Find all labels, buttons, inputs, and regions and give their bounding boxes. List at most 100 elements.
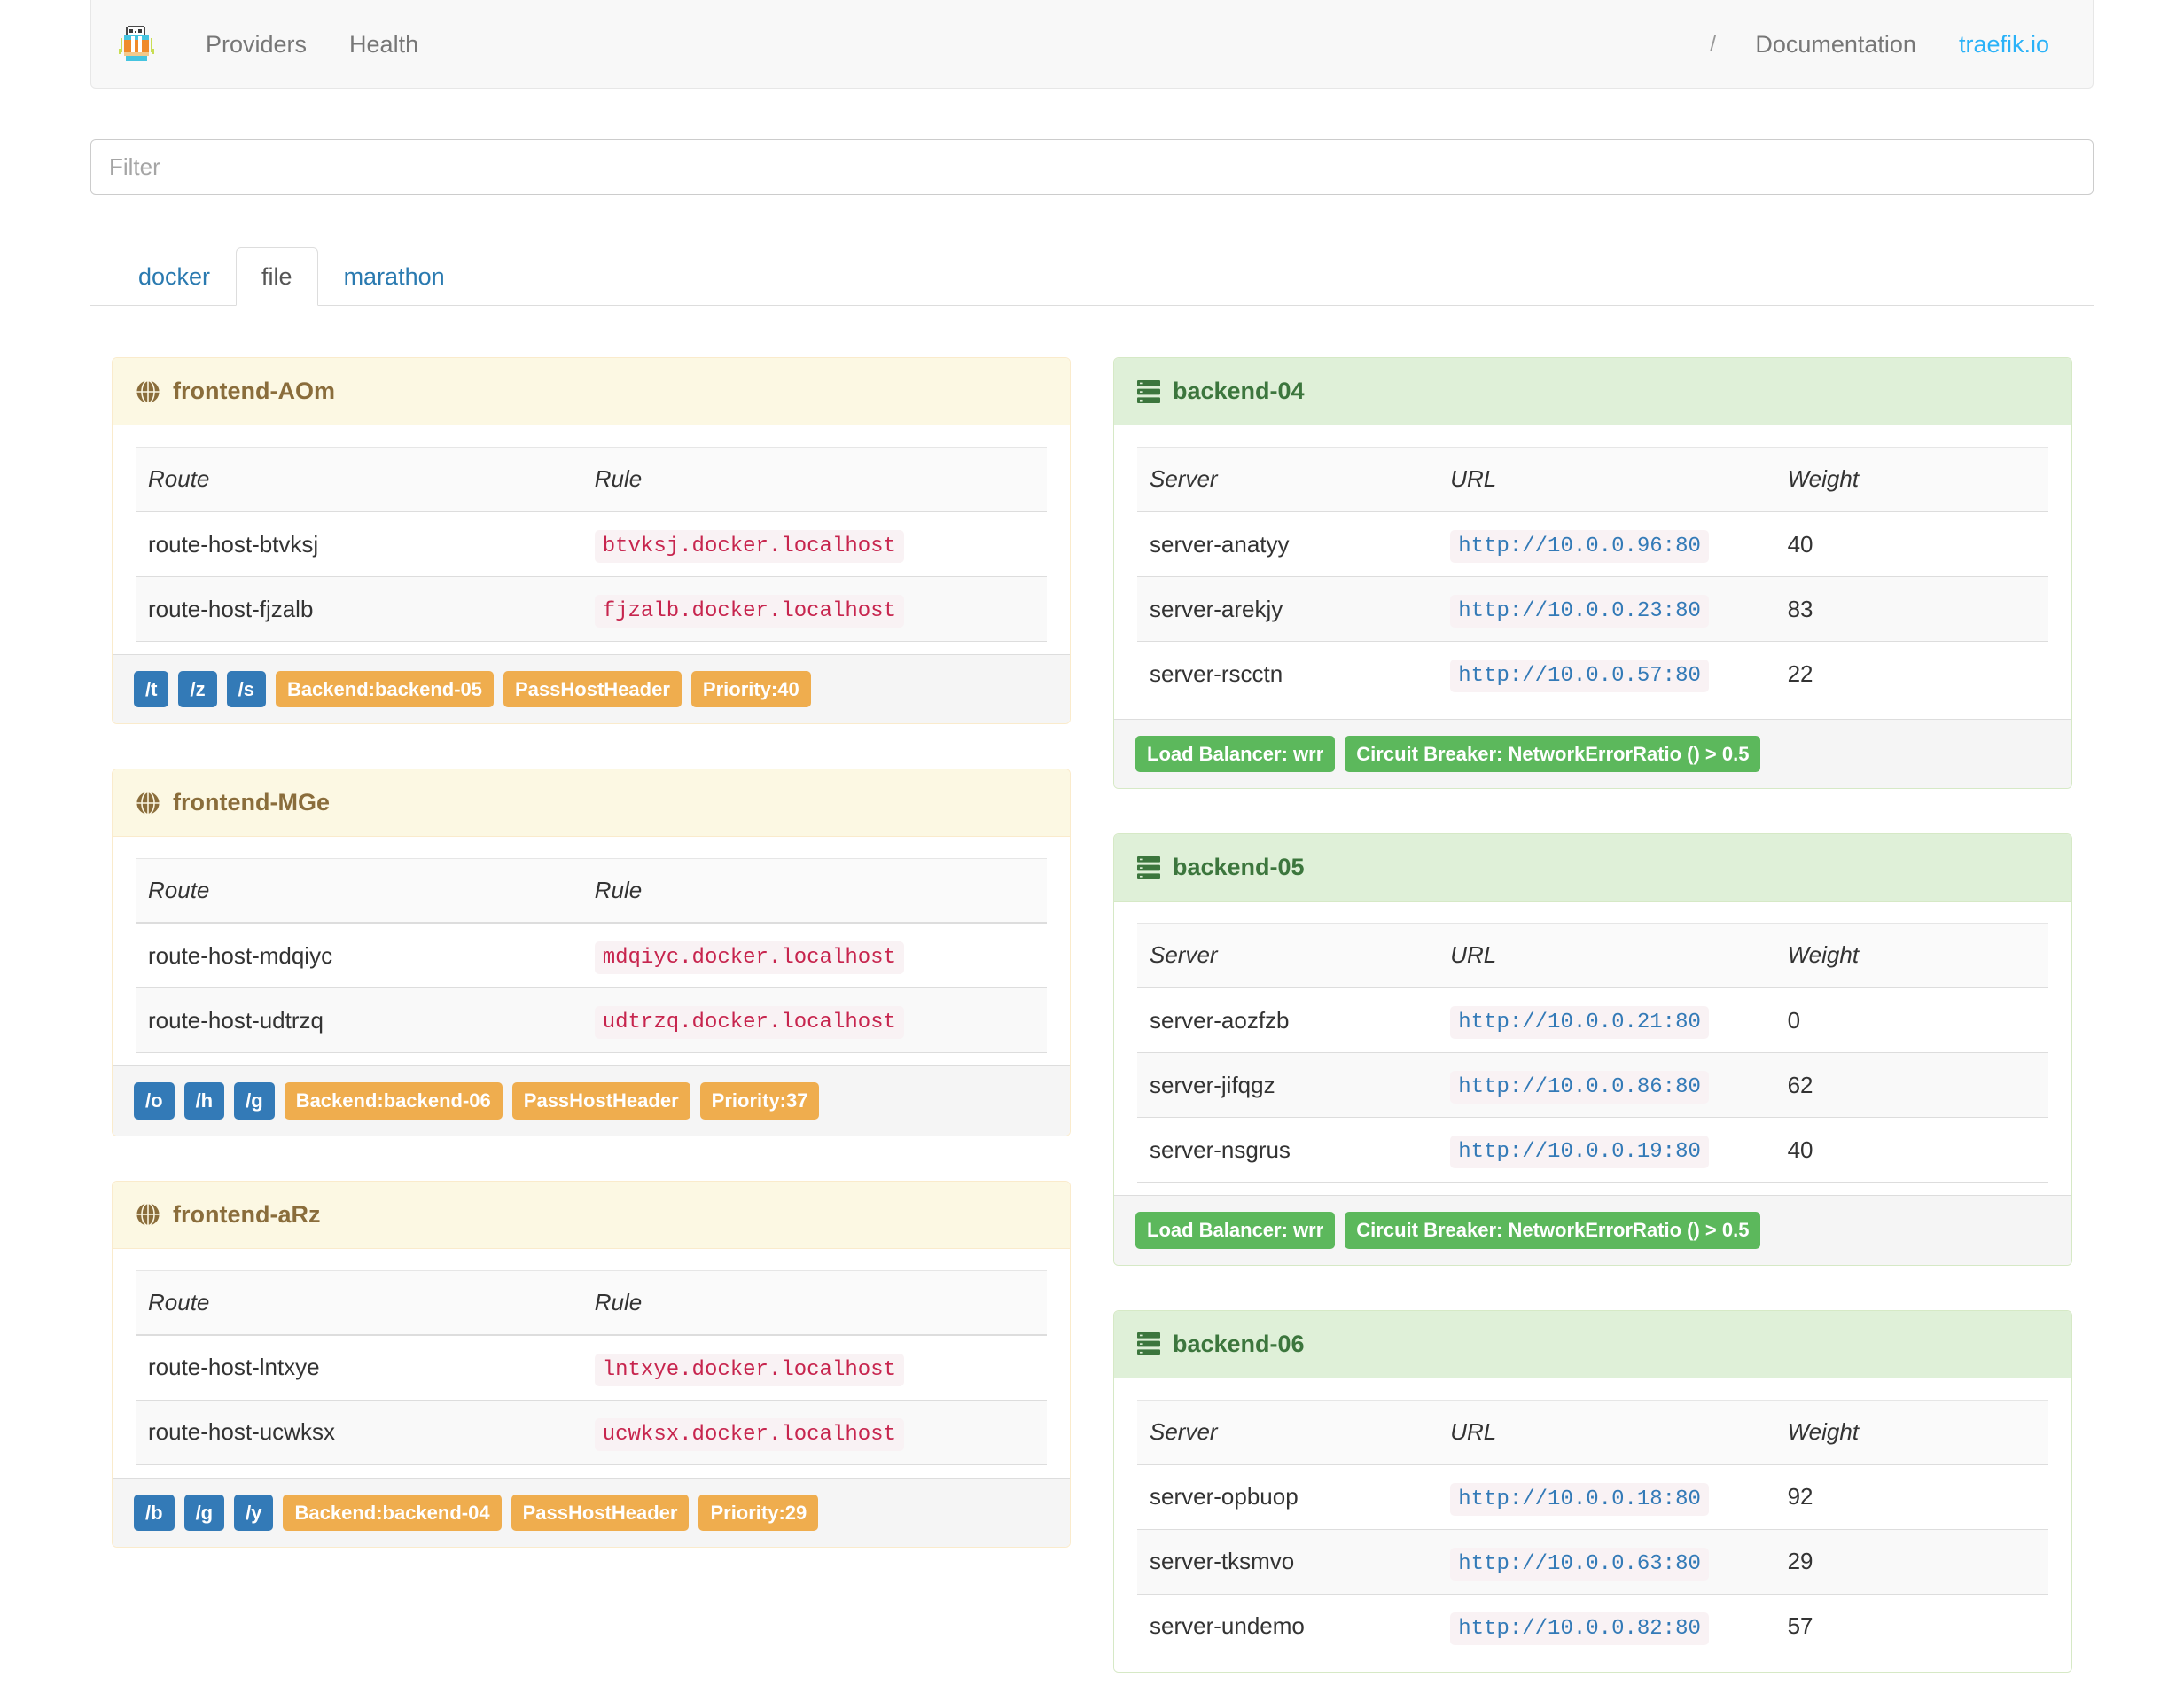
route-rule-cell: mdqiyc.docker.localhost	[581, 922, 1047, 988]
server-weight: 40	[1774, 511, 2048, 577]
frontend-title: frontend-aRz	[173, 1200, 321, 1228]
server-url: http://10.0.0.82:80	[1450, 1612, 1709, 1645]
circuit-breaker-badge: Circuit Breaker: NetworkErrorRatio () > …	[1345, 736, 1761, 773]
server-url-cell: http://10.0.0.23:80	[1438, 576, 1775, 642]
tab-marathon[interactable]: marathon	[318, 247, 471, 306]
column-header-server: Server	[1137, 1399, 1439, 1465]
backend-panel-footer: Load Balancer: wrr Circuit Breaker: Netw…	[1114, 719, 2071, 789]
column-header-url: URL	[1438, 1399, 1775, 1465]
traefik-logo-icon[interactable]	[113, 21, 160, 67]
backend-panel: backend-05 Server URL Weight server-aozf…	[1113, 833, 2072, 1266]
server-weight: 83	[1774, 576, 2048, 642]
column-header-server: Server	[1137, 447, 1439, 512]
frontend-panel: frontend-MGe Route Rule route-host-mdqiy…	[112, 769, 1071, 1136]
backend-badge: Backend:backend-06	[284, 1082, 503, 1120]
route-rule: fjzalb.docker.localhost	[594, 595, 904, 628]
server-icon	[1137, 855, 1160, 879]
table-header-row: Server URL Weight	[1137, 1399, 2048, 1465]
nav-link-documentation[interactable]: Documentation	[1734, 0, 1938, 89]
frontend-routes-table: Route Rule route-host-mdqiyc mdqiyc.dock…	[136, 858, 1047, 1054]
server-weight: 57	[1774, 1593, 2048, 1659]
server-url-cell: http://10.0.0.82:80	[1438, 1593, 1775, 1659]
nav-link-health[interactable]: Health	[328, 0, 440, 89]
server-name: server-nsgrus	[1137, 1117, 1439, 1183]
nav-link-providers[interactable]: Providers	[184, 0, 328, 89]
route-rule-cell: lntxye.docker.localhost	[581, 1334, 1047, 1401]
frontend-routes-table: Route Rule route-host-lntxye lntxye.dock…	[136, 1269, 1047, 1465]
column-header-route: Route	[136, 447, 582, 512]
load-balancer-badge: Load Balancer: wrr	[1135, 1212, 1336, 1249]
route-rule: mdqiyc.docker.localhost	[594, 941, 904, 975]
path-badge: /b	[134, 1494, 175, 1531]
priority-badge: Priority:29	[698, 1494, 819, 1531]
server-name: server-jifqgz	[1137, 1052, 1439, 1118]
table-header-row: Server URL Weight	[1137, 923, 2048, 989]
server-name: server-aozfzb	[1137, 987, 1439, 1053]
server-url: http://10.0.0.86:80	[1450, 1071, 1709, 1104]
passhostheader-badge: PassHostHeader	[511, 1082, 690, 1120]
server-weight: 92	[1774, 1464, 2048, 1530]
table-row: server-aozfzb http://10.0.0.21:80 0	[1137, 987, 2048, 1053]
backends-column: backend-04 Server URL Weight server-anat…	[1092, 357, 2094, 1686]
backend-badge: Backend:backend-04	[283, 1494, 502, 1531]
table-row: server-anatyy http://10.0.0.96:80 40	[1137, 511, 2048, 577]
load-balancer-badge: Load Balancer: wrr	[1135, 736, 1336, 773]
table-header-row: Route Rule	[136, 858, 1047, 925]
server-url: http://10.0.0.21:80	[1450, 1006, 1709, 1040]
table-row: server-opbuop http://10.0.0.18:80 92	[1137, 1464, 2048, 1530]
provider-tabs: docker file marathon	[90, 244, 2094, 306]
path-badge: /o	[134, 1082, 175, 1120]
frontend-panel-footer: /o /h /g Backend:backend-06 PassHostHead…	[113, 1065, 1070, 1136]
server-weight: 40	[1774, 1117, 2048, 1183]
route-rule: lntxye.docker.localhost	[594, 1353, 904, 1386]
route-name: route-host-lntxye	[136, 1334, 582, 1401]
path-badge: /s	[226, 671, 266, 708]
server-url: http://10.0.0.18:80	[1450, 1482, 1709, 1516]
table-row: server-jifqgz http://10.0.0.86:80 62	[1137, 1052, 2048, 1118]
app-root: Providers Health / Documentation traefik…	[0, 0, 2184, 1686]
route-rule-cell: udtrzq.docker.localhost	[581, 987, 1047, 1054]
nav-link-traefik-io[interactable]: traefik.io	[1938, 0, 2071, 89]
priority-badge: Priority:40	[690, 671, 811, 708]
column-header-weight: Weight	[1774, 1399, 2048, 1465]
frontend-panel: frontend-aRz Route Rule route-host-lntxy…	[112, 1180, 1071, 1548]
table-row: server-tksmvo http://10.0.0.63:80 29	[1137, 1528, 2048, 1595]
server-url-cell: http://10.0.0.21:80	[1438, 987, 1775, 1053]
table-row: server-nsgrus http://10.0.0.19:80 40	[1137, 1117, 2048, 1183]
table-row: route-host-btvksj btvksj.docker.localhos…	[136, 511, 1047, 577]
server-name: server-rscctn	[1137, 641, 1439, 706]
table-row: route-host-udtrzq udtrzq.docker.localhos…	[136, 987, 1047, 1054]
server-name: server-arekjy	[1137, 576, 1439, 642]
path-badge: /y	[234, 1494, 274, 1531]
route-name: route-host-udtrzq	[136, 987, 582, 1054]
server-name: server-undemo	[1137, 1593, 1439, 1659]
frontend-panel: frontend-AOm Route Rule route-host-btvks…	[112, 357, 1071, 725]
globe-icon	[136, 791, 160, 816]
filter-input[interactable]	[90, 139, 2094, 195]
backend-title: backend-05	[1173, 854, 1305, 881]
server-url-cell: http://10.0.0.63:80	[1438, 1528, 1775, 1595]
globe-icon	[136, 1202, 160, 1227]
column-header-weight: Weight	[1774, 923, 2048, 989]
navbar-left-links: Providers Health	[184, 0, 440, 89]
server-url-cell: http://10.0.0.19:80	[1438, 1117, 1775, 1183]
server-url: http://10.0.0.19:80	[1450, 1136, 1709, 1169]
route-name: route-host-btvksj	[136, 511, 582, 577]
backend-title: backend-06	[1173, 1330, 1305, 1357]
backend-panel-footer: Load Balancer: wrr Circuit Breaker: Netw…	[1114, 1195, 2071, 1265]
backend-panel-heading: backend-06	[1114, 1310, 2071, 1378]
tab-file[interactable]: file	[236, 246, 318, 306]
server-url-cell: http://10.0.0.57:80	[1438, 641, 1775, 706]
server-name: server-opbuop	[1137, 1464, 1439, 1530]
path-badge: /h	[183, 1082, 225, 1120]
route-name: route-host-fjzalb	[136, 576, 582, 642]
table-row: route-host-ucwksx ucwksx.docker.localhos…	[136, 1399, 1047, 1465]
column-header-weight: Weight	[1774, 447, 2048, 512]
tab-docker[interactable]: docker	[113, 247, 236, 306]
frontend-panel-body: Route Rule route-host-btvksj btvksj.dock…	[113, 425, 1070, 654]
frontend-panel-footer: /b /g /y Backend:backend-04 PassHostHead…	[113, 1477, 1070, 1547]
frontend-panel-heading: frontend-MGe	[113, 769, 1070, 838]
navbar-right-links: / Documentation traefik.io	[1692, 0, 2071, 89]
server-weight: 62	[1774, 1052, 2048, 1118]
backend-panel-heading: backend-04	[1114, 358, 2071, 425]
